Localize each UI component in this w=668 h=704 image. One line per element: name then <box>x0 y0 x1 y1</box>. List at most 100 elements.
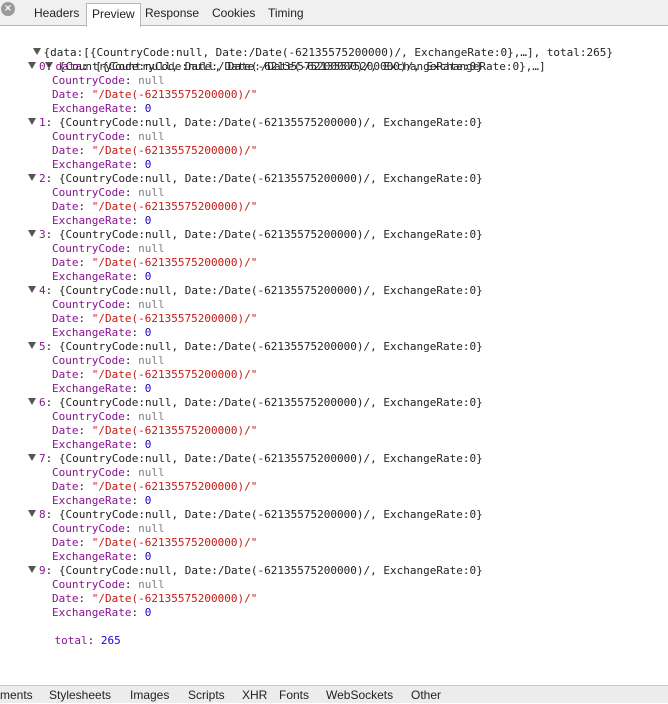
property-value: null <box>138 74 165 87</box>
filter-images[interactable]: Images <box>130 687 169 704</box>
item-index: 8 <box>39 508 46 521</box>
array-item-node[interactable]: 5: {CountryCode:null, Date:/Date(-621355… <box>28 340 483 354</box>
property-key: CountryCode <box>52 578 125 591</box>
date-property: Date: "/Date(-62135575200000)/" <box>52 88 258 101</box>
property-key: Date <box>52 312 79 325</box>
array-item-node[interactable]: 4: {CountryCode:null, Date:/Date(-621355… <box>28 284 483 298</box>
date-property: Date: "/Date(-62135575200000)/" <box>52 424 258 437</box>
property-value: 0 <box>144 606 152 619</box>
property-key: ExchangeRate <box>52 158 132 171</box>
country-code-property: CountryCode: null <box>52 466 165 479</box>
expand-triangle-icon[interactable] <box>28 510 36 517</box>
property-key: Date <box>52 200 79 213</box>
country-code-property: CountryCode: null <box>52 130 165 143</box>
filter-elements[interactable]: ments <box>0 687 33 704</box>
tab-headers[interactable]: Headers <box>29 3 84 26</box>
property-value: "/Date(-62135575200000)/" <box>91 200 258 213</box>
total-node: total: 265 <box>54 634 121 647</box>
filter-xhr[interactable]: XHR <box>242 687 267 704</box>
item-summary: {CountryCode:null, Date:/Date(-621355752… <box>58 396 483 409</box>
property-key: ExchangeRate <box>52 606 132 619</box>
date-property: Date: "/Date(-62135575200000)/" <box>52 368 258 381</box>
property-value: 0 <box>144 326 152 339</box>
exchange-rate-property: ExchangeRate: 0 <box>52 270 152 283</box>
item-summary: {CountryCode:null, Date:/Date(-621355752… <box>58 228 483 241</box>
expand-triangle-icon[interactable] <box>28 230 36 237</box>
property-key: Date <box>52 592 79 605</box>
property-key: CountryCode <box>52 130 125 143</box>
array-item-node[interactable]: 0: {CountryCode:null, Date:/Date(-621355… <box>28 60 483 74</box>
property-value: 0 <box>144 550 152 563</box>
filter-other[interactable]: Other <box>411 687 441 704</box>
expand-triangle-icon[interactable] <box>28 342 36 349</box>
date-property: Date: "/Date(-62135575200000)/" <box>52 256 258 269</box>
date-property: Date: "/Date(-62135575200000)/" <box>52 592 258 605</box>
country-code-property: CountryCode: null <box>52 186 165 199</box>
property-key: CountryCode <box>52 242 125 255</box>
property-key: ExchangeRate <box>52 270 132 283</box>
property-value: 0 <box>144 438 152 451</box>
tab-cookies[interactable]: Cookies <box>207 3 260 26</box>
array-item-node[interactable]: 6: {CountryCode:null, Date:/Date(-621355… <box>28 396 483 410</box>
property-value: null <box>138 466 165 479</box>
data-node[interactable]: data: [{CountryCode:null, Date:/Date(-62… <box>18 46 546 73</box>
array-item-node[interactable]: 8: {CountryCode:null, Date:/Date(-621355… <box>28 508 483 522</box>
property-value: "/Date(-62135575200000)/" <box>91 312 258 325</box>
expand-triangle-icon[interactable] <box>28 286 36 293</box>
property-value: null <box>138 186 165 199</box>
tab-preview[interactable]: Preview <box>86 3 141 27</box>
filter-stylesheets[interactable]: Stylesheets <box>49 687 111 704</box>
property-key: CountryCode <box>52 354 125 367</box>
property-key: CountryCode <box>52 186 125 199</box>
array-item-node[interactable]: 2: {CountryCode:null, Date:/Date(-621355… <box>28 172 483 186</box>
property-value: 0 <box>144 158 152 171</box>
item-summary: {CountryCode:null, Date:/Date(-621355752… <box>58 508 483 521</box>
property-value: "/Date(-62135575200000)/" <box>91 144 258 157</box>
close-icon[interactable]: × <box>1 2 15 16</box>
expand-triangle-icon[interactable] <box>28 174 36 181</box>
property-value: null <box>138 130 165 143</box>
root-node[interactable]: {data:[{CountryCode:null, Date:/Date(-62… <box>6 32 613 59</box>
item-summary: {CountryCode:null, Date:/Date(-621355752… <box>58 284 483 297</box>
exchange-rate-property: ExchangeRate: 0 <box>52 214 152 227</box>
property-value: null <box>138 354 165 367</box>
exchange-rate-property: ExchangeRate: 0 <box>52 158 152 171</box>
array-item-node[interactable]: 1: {CountryCode:null, Date:/Date(-621355… <box>28 116 483 130</box>
array-item-node[interactable]: 3: {CountryCode:null, Date:/Date(-621355… <box>28 228 483 242</box>
exchange-rate-property: ExchangeRate: 0 <box>52 438 152 451</box>
date-property: Date: "/Date(-62135575200000)/" <box>52 312 258 325</box>
property-key: ExchangeRate <box>52 326 132 339</box>
filter-scripts[interactable]: Scripts <box>188 687 225 704</box>
item-summary: {CountryCode:null, Date:/Date(-621355752… <box>58 60 483 73</box>
item-summary: {CountryCode:null, Date:/Date(-621355752… <box>58 172 483 185</box>
exchange-rate-property: ExchangeRate: 0 <box>52 494 152 507</box>
expand-triangle-icon[interactable] <box>28 118 36 125</box>
array-item-node[interactable]: 9: {CountryCode:null, Date:/Date(-621355… <box>28 564 483 578</box>
country-code-property: CountryCode: null <box>52 354 165 367</box>
property-key: CountryCode <box>52 522 125 535</box>
date-property: Date: "/Date(-62135575200000)/" <box>52 480 258 493</box>
tab-response[interactable]: Response <box>140 3 204 26</box>
property-key: CountryCode <box>52 466 125 479</box>
property-key: ExchangeRate <box>52 438 132 451</box>
filter-fonts[interactable]: Fonts <box>279 687 309 704</box>
property-key: Date <box>52 88 79 101</box>
date-property: Date: "/Date(-62135575200000)/" <box>52 200 258 213</box>
filter-websockets[interactable]: WebSockets <box>326 687 393 704</box>
item-index: 1 <box>39 116 46 129</box>
expand-triangle-icon[interactable] <box>28 566 36 573</box>
property-key: ExchangeRate <box>52 382 132 395</box>
network-detail-tabbar: × Headers Preview Response Cookies Timin… <box>0 0 668 27</box>
property-key: ExchangeRate <box>52 550 132 563</box>
expand-triangle-icon[interactable] <box>28 398 36 405</box>
property-key: CountryCode <box>52 410 125 423</box>
date-property: Date: "/Date(-62135575200000)/" <box>52 144 258 157</box>
property-value: "/Date(-62135575200000)/" <box>91 592 258 605</box>
property-value: null <box>138 522 165 535</box>
tab-timing[interactable]: Timing <box>263 3 309 26</box>
expand-triangle-icon[interactable] <box>28 62 36 69</box>
exchange-rate-property: ExchangeRate: 0 <box>52 102 152 115</box>
property-value: "/Date(-62135575200000)/" <box>91 424 258 437</box>
expand-triangle-icon[interactable] <box>28 454 36 461</box>
array-item-node[interactable]: 7: {CountryCode:null, Date:/Date(-621355… <box>28 452 483 466</box>
